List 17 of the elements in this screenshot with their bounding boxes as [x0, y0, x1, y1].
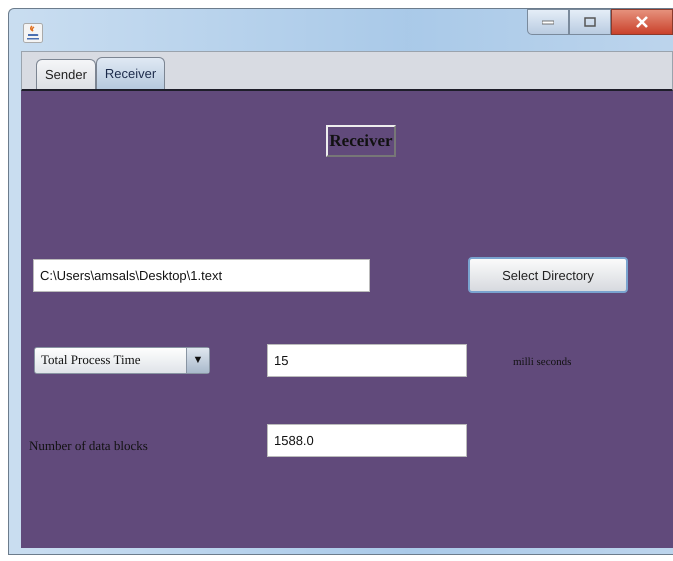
path-field[interactable]: C:\Users\amsals\Desktop\1.text	[33, 258, 370, 292]
cup-icon	[23, 23, 43, 43]
tab[interactable]: Receiver	[96, 57, 166, 89]
unit-label: milli seconds	[513, 356, 572, 368]
time-field[interactable]: 15	[267, 344, 467, 376]
blocks-field[interactable]: 1588.0	[267, 424, 467, 456]
maximize-icon	[584, 17, 596, 27]
select-directory-button[interactable]: Select Directory	[468, 257, 628, 293]
maximize-button[interactable]	[569, 9, 611, 35]
minimize-icon	[542, 19, 554, 25]
measure-dropdown[interactable]: Total Process Time ▼	[34, 346, 210, 374]
minimize-button[interactable]	[527, 9, 569, 35]
panel-heading: Receiver	[326, 125, 396, 157]
close-icon	[635, 16, 649, 28]
blocks-label: Number of data blocks	[29, 438, 149, 454]
close-button[interactable]	[611, 9, 673, 35]
tab[interactable]: Sender	[36, 59, 96, 89]
